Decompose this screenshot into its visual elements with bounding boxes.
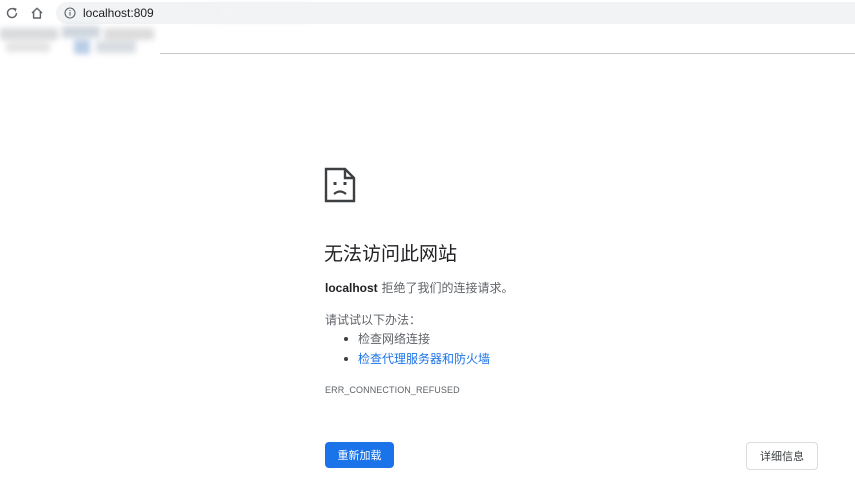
host-name: localhost [325,281,378,295]
reload-icon[interactable] [2,3,22,23]
list-item: 检查网络连接 [325,329,490,349]
suggestions-list: 检查网络连接 检查代理服务器和防火墙 [325,329,490,369]
list-item[interactable]: 检查代理服务器和防火墙 [325,349,490,369]
bullet-icon [344,337,348,341]
home-icon[interactable] [27,3,47,23]
suggestion-check-network: 检查网络连接 [358,332,431,346]
toolbar-divider [160,53,855,54]
redacted-bookmarks-overlay [0,24,165,58]
summary-text: 拒绝了我们的连接请求。 [377,281,514,295]
address-bar[interactable]: localhost:809 [56,2,855,24]
url-text[interactable]: localhost:809 [83,6,154,20]
suggestions-heading: 请试试以下办法： [325,313,422,327]
redacted-url-overlay [189,3,309,23]
page-title: 无法访问此网站 [324,243,458,265]
reload-button[interactable]: 重新加载 [325,442,394,468]
sad-page-icon [324,167,356,203]
suggestion-check-proxy-link[interactable]: 检查代理服务器和防火墙 [358,352,490,366]
error-summary: localhost 拒绝了我们的连接请求。 [325,279,514,296]
error-code: ERR_CONNECTION_REFUSED [325,385,460,395]
details-button[interactable]: 详细信息 [746,442,818,470]
browser-toolbar: localhost:809 [0,0,855,26]
bullet-icon [344,357,348,361]
info-icon[interactable] [64,7,76,19]
